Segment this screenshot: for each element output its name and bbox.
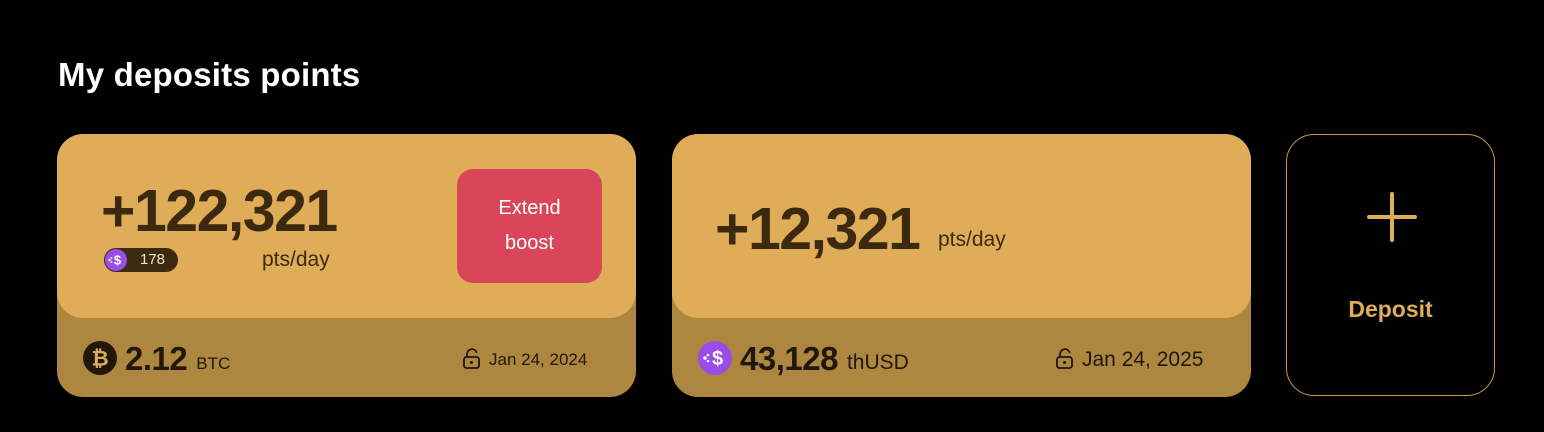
token-amount-value: 2.12: [125, 339, 188, 377]
unlock-date-value: Jan 24, 2025: [1082, 347, 1204, 371]
deposit-card-thusd[interactable]: +12,321 pts/day $ 43,128 thUSD Jan 24, 2…: [672, 134, 1251, 397]
token-unit: BTC: [196, 353, 231, 373]
bitcoin-icon: ₿: [83, 341, 117, 375]
svg-text:$: $: [712, 348, 723, 370]
unlock-icon: [463, 348, 480, 369]
plus-icon: [1367, 192, 1417, 242]
extend-boost-label-line2: boost: [505, 232, 554, 254]
svg-text:$: $: [114, 253, 122, 268]
section-title: My deposits points: [58, 56, 361, 93]
deposit-button[interactable]: Deposit: [1286, 134, 1495, 396]
points-unit: pts/day: [938, 228, 1006, 251]
unlock-date: Jan 24, 2024: [462, 347, 587, 371]
thusd-coin-icon: $: [105, 249, 127, 271]
unlock-date: Jan 24, 2025: [1055, 347, 1203, 371]
token-amount: $ 43,128 thUSD: [698, 341, 909, 375]
token-amount: ₿ 2.12 BTC: [83, 341, 230, 375]
points-value: +12,321: [715, 196, 921, 262]
token-unit: thUSD: [846, 350, 909, 374]
token-amount-value: 43,128: [740, 339, 838, 377]
unlock-date-value: Jan 24, 2024: [489, 349, 588, 369]
unlock-icon: [1056, 348, 1073, 369]
deposit-card-btc[interactable]: +122,321 $ 178 pts/day Extend boost ₿ 2.…: [57, 134, 636, 397]
points-value: +122,321: [101, 178, 338, 244]
boost-badge-value: 178: [140, 251, 166, 268]
card-summary: +122,321 $ 178 pts/day Extend boost: [57, 134, 636, 318]
points-unit: pts/day: [262, 248, 330, 271]
extend-boost-button[interactable]: Extend boost: [457, 169, 602, 283]
thusd-coin-icon: $: [698, 341, 732, 375]
deposit-label: Deposit: [1348, 296, 1433, 322]
svg-text:₿: ₿: [91, 348, 108, 371]
boost-badge: $ 178: [104, 248, 178, 272]
card-summary: +12,321 pts/day: [672, 134, 1251, 318]
extend-boost-label-line1: Extend: [498, 197, 561, 219]
